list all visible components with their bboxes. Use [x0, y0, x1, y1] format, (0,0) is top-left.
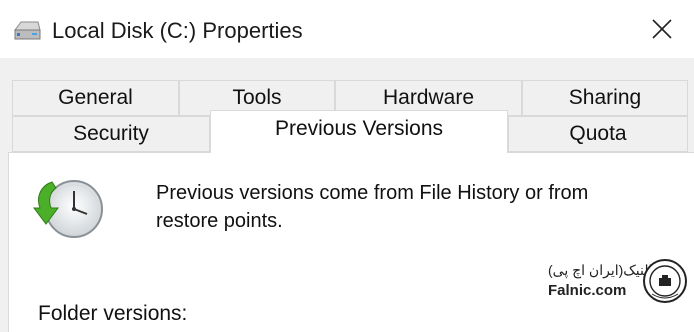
watermark-brand: Falnic.com — [548, 282, 627, 299]
drive-icon — [14, 21, 41, 40]
tab-previous-versions[interactable]: Previous Versions — [210, 110, 508, 153]
close-button[interactable] — [630, 0, 694, 58]
falnic-watermark: فالنیک(ایران اچ پی) Falnic.com — [544, 258, 690, 306]
window-title: Local Disk (C:) Properties — [52, 18, 303, 43]
previous-versions-clock-icon — [33, 180, 103, 238]
folder-versions-label: Folder versions: — [38, 302, 188, 325]
tab-sharing[interactable]: Sharing — [522, 80, 688, 116]
tab-quota[interactable]: Quota — [508, 116, 688, 152]
tab-general[interactable]: General — [12, 80, 179, 116]
close-icon — [652, 19, 672, 39]
tab-security[interactable]: Security — [12, 116, 210, 152]
watermark-seal-icon — [643, 259, 687, 303]
title-bar: Local Disk (C:) Properties — [0, 0, 694, 58]
previous-versions-description: Previous versions come from File History… — [156, 182, 589, 232]
